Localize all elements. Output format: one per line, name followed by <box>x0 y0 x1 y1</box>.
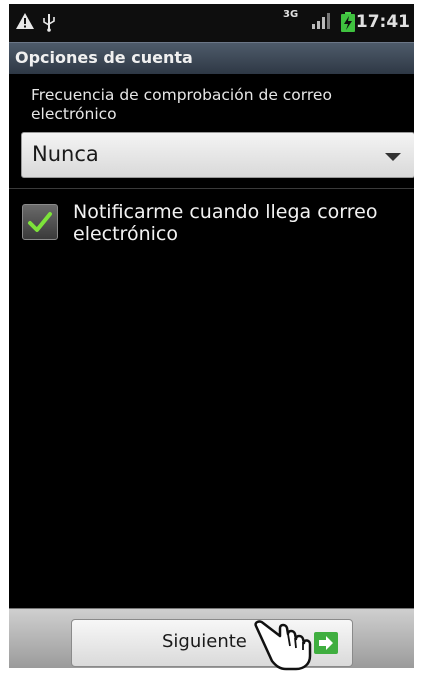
next-button-label: Siguiente <box>162 631 247 652</box>
checkmark-icon <box>28 212 52 232</box>
clock: 17:41 <box>355 12 410 32</box>
network-type-label: 3G <box>283 9 299 20</box>
chevron-down-icon <box>385 153 401 161</box>
notify-checkbox[interactable] <box>22 204 58 240</box>
phone-screen: 3G 17:41 Opciones de cuenta Frecuencia d… <box>9 4 414 668</box>
title-bar: Opciones de cuenta <box>9 42 414 74</box>
warning-triangle-icon <box>15 12 35 34</box>
signal-bars-icon <box>311 12 331 34</box>
usb-icon <box>41 12 57 36</box>
bottom-bar: Siguiente <box>9 608 414 668</box>
status-bar: 3G 17:41 <box>9 4 414 42</box>
hand-pointer-icon <box>250 612 340 676</box>
battery-charging-icon <box>341 12 355 36</box>
page-title: Opciones de cuenta <box>15 48 193 67</box>
frequency-selected-value: Nunca <box>32 142 99 166</box>
notify-label[interactable]: Notificarme cuando llega correo electrón… <box>73 201 403 245</box>
divider <box>9 188 414 189</box>
frequency-dropdown[interactable]: Nunca <box>21 132 414 178</box>
frequency-label: Frecuencia de comprobación de correo ele… <box>31 86 332 123</box>
